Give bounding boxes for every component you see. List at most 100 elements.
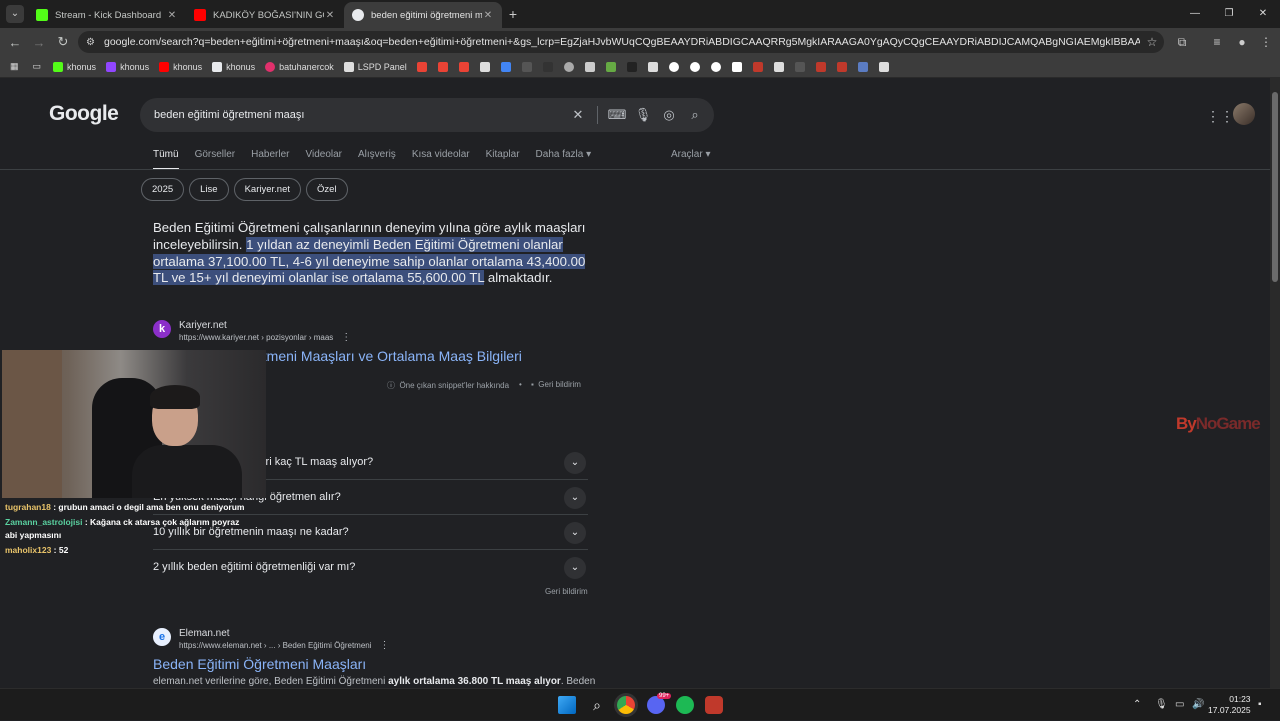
feedback-link[interactable]: ▪ Geri bildirim bbox=[531, 380, 581, 389]
chip-kariyer[interactable]: Kariyer.net bbox=[233, 178, 301, 201]
app-icon[interactable] bbox=[878, 61, 889, 72]
chevron-down-icon[interactable]: ⌄ bbox=[564, 522, 586, 544]
tab-images[interactable]: Görseller bbox=[195, 149, 236, 170]
lens-icon[interactable]: ◎ bbox=[656, 107, 682, 123]
app-icon[interactable] bbox=[542, 61, 553, 72]
forward-icon[interactable]: → bbox=[27, 35, 51, 50]
chip-2025[interactable]: 2025 bbox=[141, 178, 185, 201]
chevron-down-icon[interactable]: ⌄ bbox=[564, 557, 586, 579]
browser-tab-active[interactable]: beden eğitimi öğretmeni maaşı ✕ bbox=[344, 2, 502, 28]
profile-icon[interactable]: ● bbox=[1230, 28, 1254, 56]
gmail-icon[interactable] bbox=[416, 61, 427, 72]
extensions-icon[interactable]: ⧉ bbox=[1170, 28, 1194, 56]
bookmark-x[interactable]: khonus bbox=[212, 61, 255, 72]
new-tab-button[interactable]: + bbox=[502, 6, 524, 22]
result-source[interactable]: e Eleman.net https://www.eleman.net › ..… bbox=[153, 628, 390, 651]
apps-icon[interactable]: ▦ bbox=[10, 61, 19, 72]
app-icon[interactable] bbox=[710, 61, 721, 72]
tools-button[interactable]: Araçlar ▾ bbox=[671, 149, 710, 160]
url-text[interactable]: google.com/search?q=beden+eğitimi+öğretm… bbox=[104, 36, 1140, 48]
search-input[interactable]: beden eğitimi öğretmeni maaşı bbox=[154, 109, 565, 121]
bookmark-youtube[interactable]: khonus bbox=[159, 61, 202, 72]
result-source[interactable]: k Kariyer.net https://www.kariyer.net › … bbox=[153, 320, 351, 343]
close-icon[interactable]: ✕ bbox=[166, 10, 178, 21]
bookmark-twitch[interactable]: khonus bbox=[106, 61, 149, 72]
app-icon[interactable] bbox=[794, 61, 805, 72]
tab-videos[interactable]: Videolar bbox=[306, 149, 343, 170]
app-icon[interactable] bbox=[605, 61, 616, 72]
tab-all[interactable]: Tümü bbox=[153, 149, 179, 170]
bookmark-kick[interactable]: khonus bbox=[53, 61, 96, 72]
app-icon[interactable] bbox=[626, 61, 637, 72]
menu-icon[interactable]: ⋮ bbox=[1254, 28, 1278, 56]
tab-shopping[interactable]: Alışveriş bbox=[358, 149, 396, 170]
app-icon[interactable] bbox=[479, 61, 490, 72]
more-options-icon[interactable]: ⋮ bbox=[380, 640, 390, 651]
scrollbar[interactable] bbox=[1270, 78, 1280, 688]
back-icon[interactable]: ← bbox=[3, 35, 27, 50]
search-icon[interactable]: ⌕ bbox=[682, 107, 708, 123]
tray-chevron-icon[interactable]: ⌃ bbox=[1133, 689, 1141, 721]
gmail-icon[interactable] bbox=[458, 61, 469, 72]
windows-start-icon[interactable] bbox=[558, 696, 576, 714]
microphone-icon[interactable]: 🎙 bbox=[1155, 689, 1168, 721]
tab-more[interactable]: Daha fazla ▾ bbox=[536, 149, 592, 170]
reload-icon[interactable]: ↻ bbox=[51, 34, 75, 50]
chevron-down-icon[interactable]: ⌄ bbox=[564, 487, 586, 509]
gmail-icon[interactable] bbox=[437, 61, 448, 72]
spotify-icon[interactable] bbox=[676, 696, 694, 714]
more-options-icon[interactable]: ⋮ bbox=[341, 332, 351, 343]
google-logo[interactable]: Google bbox=[49, 102, 119, 126]
keyboard-icon[interactable]: ⌨ bbox=[604, 107, 630, 123]
app-icon[interactable] bbox=[521, 61, 532, 72]
app-icon[interactable] bbox=[668, 61, 679, 72]
search-box[interactable]: beden eğitimi öğretmeni maaşı ✕ ⌨ 🎙 ◎ ⌕ bbox=[140, 98, 714, 132]
app-icon[interactable] bbox=[836, 61, 847, 72]
bookmark-instagram[interactable]: batuhanercok bbox=[265, 61, 334, 72]
network-icon[interactable]: ▭ bbox=[1175, 689, 1184, 721]
microphone-icon[interactable]: 🎙 bbox=[630, 107, 656, 123]
system-clock[interactable]: 01:23 17.07.2025 bbox=[1208, 694, 1251, 716]
media-icon[interactable]: ≡ bbox=[1205, 28, 1229, 56]
restore-icon[interactable]: ❐ bbox=[1212, 0, 1246, 28]
app-icon[interactable] bbox=[752, 61, 763, 72]
tab-news[interactable]: Haberler bbox=[251, 149, 289, 170]
result-title-link[interactable]: Beden Eğitimi Öğretmeni Maaşları bbox=[153, 656, 366, 672]
chrome-icon[interactable] bbox=[617, 696, 635, 714]
chip-lise[interactable]: Lise bbox=[189, 178, 229, 201]
app-icon[interactable] bbox=[705, 696, 723, 714]
volume-icon[interactable]: 🔊 bbox=[1192, 689, 1204, 721]
omnibox[interactable]: ⚙ google.com/search?q=beden+eğitimi+öğre… bbox=[78, 31, 1164, 53]
clear-icon[interactable]: ✕ bbox=[565, 107, 591, 123]
app-icon[interactable] bbox=[689, 61, 700, 72]
tab-search-button[interactable]: ⌄ bbox=[6, 5, 24, 23]
about-snippets-link[interactable]: ⓘ Öne çıkan snippet'ler hakkında bbox=[387, 380, 509, 391]
avatar[interactable] bbox=[1233, 103, 1255, 125]
paa-feedback-link[interactable]: Geri bildirim bbox=[545, 587, 588, 596]
app-icon[interactable] bbox=[563, 61, 574, 72]
notification-icon[interactable]: ▪ bbox=[1258, 689, 1262, 721]
result-title-link[interactable]: etmeni Maaşları ve Ortalama Maaş Bilgile… bbox=[255, 348, 522, 364]
bookmark-star-icon[interactable]: ☆ bbox=[1140, 35, 1164, 49]
browser-tab[interactable]: KADIKÖY BOĞASI'NIN GÖZÜNDEN ✕ bbox=[186, 2, 344, 28]
browser-tab[interactable]: Stream - Kick Dashboard ✕ bbox=[28, 2, 186, 28]
chip-ozel[interactable]: Özel bbox=[306, 178, 348, 201]
minimize-icon[interactable]: — bbox=[1178, 0, 1212, 28]
close-window-icon[interactable]: ✕ bbox=[1246, 0, 1280, 28]
chevron-down-icon[interactable]: ⌄ bbox=[564, 452, 586, 474]
bookmark-lspd[interactable]: LSPD Panel bbox=[343, 61, 407, 72]
app-icon[interactable] bbox=[773, 61, 784, 72]
app-icon[interactable] bbox=[857, 61, 868, 72]
app-icon[interactable] bbox=[647, 61, 658, 72]
close-icon[interactable]: ✕ bbox=[324, 10, 336, 21]
scrollbar-thumb[interactable] bbox=[1272, 92, 1278, 282]
search-icon[interactable]: ⌕ bbox=[588, 696, 606, 714]
app-icon[interactable] bbox=[815, 61, 826, 72]
tab-books[interactable]: Kitaplar bbox=[486, 149, 520, 170]
tab-short-videos[interactable]: Kısa videolar bbox=[412, 149, 470, 170]
folder-icon[interactable]: ▭ bbox=[33, 61, 42, 72]
app-icon[interactable] bbox=[500, 61, 511, 72]
app-icon[interactable] bbox=[731, 61, 742, 72]
close-icon[interactable]: ✕ bbox=[482, 10, 494, 21]
app-icon[interactable] bbox=[584, 61, 595, 72]
